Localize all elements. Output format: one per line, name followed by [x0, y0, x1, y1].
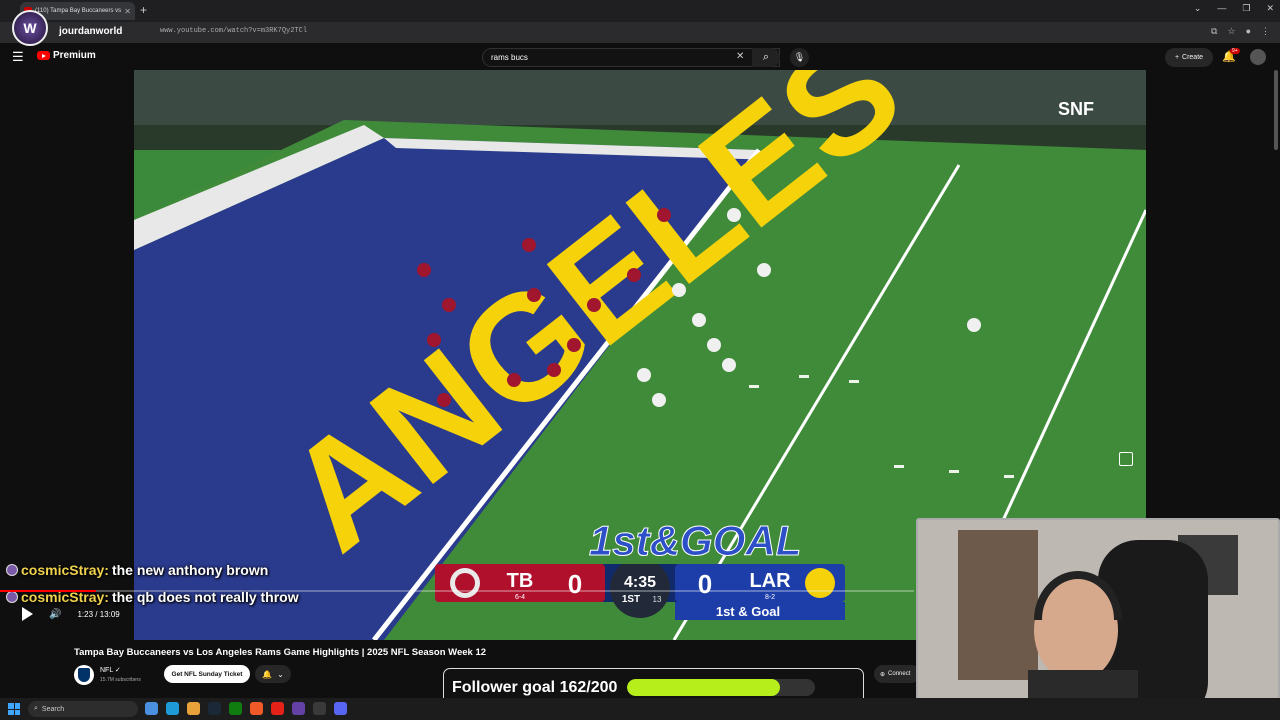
chat-text: the new anthony brown: [111, 562, 269, 578]
game-clock: 4:35: [624, 574, 656, 591]
windows-taskbar: ⌕ Search: [0, 698, 1280, 720]
connect-label: Connect: [888, 671, 911, 677]
channel-name[interactable]: NFL ✓: [100, 666, 121, 674]
address-bar-icons: ⧉ ☆ ● ⋮: [1211, 26, 1270, 37]
subscription-bell-button[interactable]: 🔔 ⌄: [255, 665, 291, 683]
star-icon[interactable]: ☆: [1227, 26, 1235, 37]
chat-username: cosmicStray:: [21, 562, 109, 578]
streamer-avatar: W: [12, 10, 48, 46]
page-scrollbar[interactable]: [1274, 70, 1278, 150]
down-graphic-text: 1st&GOAL: [589, 517, 801, 564]
volume-icon[interactable]: 🔊: [49, 609, 61, 620]
player-controls: 🔊 1:23 / 13:09: [22, 607, 120, 621]
create-label: Create: [1182, 54, 1204, 61]
twitch-icon[interactable]: [292, 702, 305, 715]
progress-fill: [0, 590, 96, 592]
taskbar-search[interactable]: ⌕ Search: [28, 701, 138, 717]
connect-button[interactable]: ⊕ Connect: [874, 665, 920, 683]
webcam-overlay: [916, 518, 1280, 720]
network-logo: SNF: [1058, 99, 1094, 119]
hamburger-menu-icon[interactable]: ☰: [12, 49, 24, 65]
play-clock: 13: [653, 595, 662, 604]
folder-icon[interactable]: [187, 702, 200, 715]
youtube-logo-text: Premium: [53, 50, 96, 61]
new-tab-icon[interactable]: +: [140, 3, 147, 17]
video-title: Tampa Bay Buccaneers vs Los Angeles Rams…: [74, 647, 487, 658]
brave-icon[interactable]: [250, 702, 263, 715]
search-icon[interactable]: ⌕: [752, 48, 780, 67]
sunday-ticket-button[interactable]: Get NFL Sunday Ticket: [164, 665, 250, 683]
profile-icon[interactable]: ●: [1246, 26, 1251, 37]
video-progress-bar[interactable]: [0, 590, 914, 592]
minimize-button[interactable]: —: [1217, 3, 1226, 14]
team1-record: 6-4: [515, 594, 525, 601]
follower-goal-label: Follower goal 162/200: [452, 678, 618, 696]
quarter: 1ST: [622, 594, 640, 605]
close-window-button[interactable]: ✕: [1266, 3, 1274, 14]
windows-start-icon[interactable]: [8, 703, 20, 715]
youtube-play-icon: [37, 51, 50, 60]
youtube-header: ☰ Premium rams bucs ✕ ⌕ 🎙 + Create 🔔 9+: [0, 43, 1280, 70]
streamer-channel-name: jourdanworld: [59, 26, 123, 37]
address-bar: www.youtube.com/watch?v=m3RK7Qy2TCl ⧉ ☆ …: [0, 22, 1280, 43]
discord-icon[interactable]: [334, 702, 347, 715]
down-situation: 1st & Goal: [716, 604, 780, 619]
chat-message: cosmicStray: the new anthony brown: [6, 562, 268, 578]
chat-user-icon: [6, 564, 18, 576]
follower-goal-bar: [627, 679, 816, 696]
chevron-down-icon: ⌄: [277, 669, 284, 679]
team2-record: 8-2: [765, 594, 775, 601]
scorebug: TB 6-4 0 4:35 1ST 13 0 LAR 8-2 1st & Goa…: [435, 558, 845, 621]
restore-button[interactable]: ❐: [1242, 3, 1250, 14]
play-button[interactable]: [22, 607, 33, 621]
team2-abbr: LAR: [749, 570, 791, 592]
notification-badge: 9+: [1230, 48, 1240, 54]
file-explorer-icon[interactable]: [145, 702, 158, 715]
menu-dots-icon[interactable]: ⋮: [1261, 26, 1270, 37]
microphone-icon[interactable]: 🎙: [790, 48, 809, 67]
steam-icon[interactable]: [208, 702, 221, 715]
time-display: 1:23 / 13:09: [77, 609, 120, 619]
url-field[interactable]: www.youtube.com/watch?v=m3RK7Qy2TCl: [160, 27, 307, 35]
nfl-logo-icon: [78, 668, 90, 682]
search-icon: ⌕: [34, 705, 38, 712]
chat-user-icon: [6, 591, 18, 603]
close-tab-icon[interactable]: ✕: [124, 7, 131, 16]
subscriber-count: 15.7M subscribers: [100, 677, 141, 683]
extension-icon[interactable]: ⧉: [1211, 26, 1217, 37]
obs-icon[interactable]: [313, 702, 326, 715]
expand-icon[interactable]: [1119, 452, 1133, 466]
follower-goal-fill: [627, 679, 780, 696]
taskbar-apps: [145, 702, 347, 715]
team1-score: 0: [568, 569, 582, 599]
create-button[interactable]: + Create: [1165, 48, 1213, 67]
youtube-logo[interactable]: Premium: [37, 50, 96, 61]
clear-search-icon[interactable]: ✕: [736, 51, 744, 62]
bell-icon: 🔔: [262, 669, 273, 679]
youtube-app-icon[interactable]: [271, 702, 284, 715]
user-avatar[interactable]: [1250, 49, 1266, 65]
team1-abbr: TB: [507, 570, 534, 592]
chevron-down-icon[interactable]: ⌄: [1194, 3, 1202, 14]
edge-icon[interactable]: [166, 702, 179, 715]
xbox-icon[interactable]: [229, 702, 242, 715]
team2-score: 0: [698, 569, 712, 599]
channel-avatar[interactable]: [74, 665, 94, 685]
browser-tab-bar: (110) Tampa Bay Buccaneers vs ✕ + ⌄ — ❐ …: [0, 0, 1280, 22]
connect-icon: ⊕: [880, 671, 886, 678]
window-controls: ⌄ — ❐ ✕: [1194, 3, 1274, 14]
taskbar-search-placeholder: Search: [41, 705, 65, 713]
tab-title: (110) Tampa Bay Buccaneers vs: [35, 8, 122, 14]
